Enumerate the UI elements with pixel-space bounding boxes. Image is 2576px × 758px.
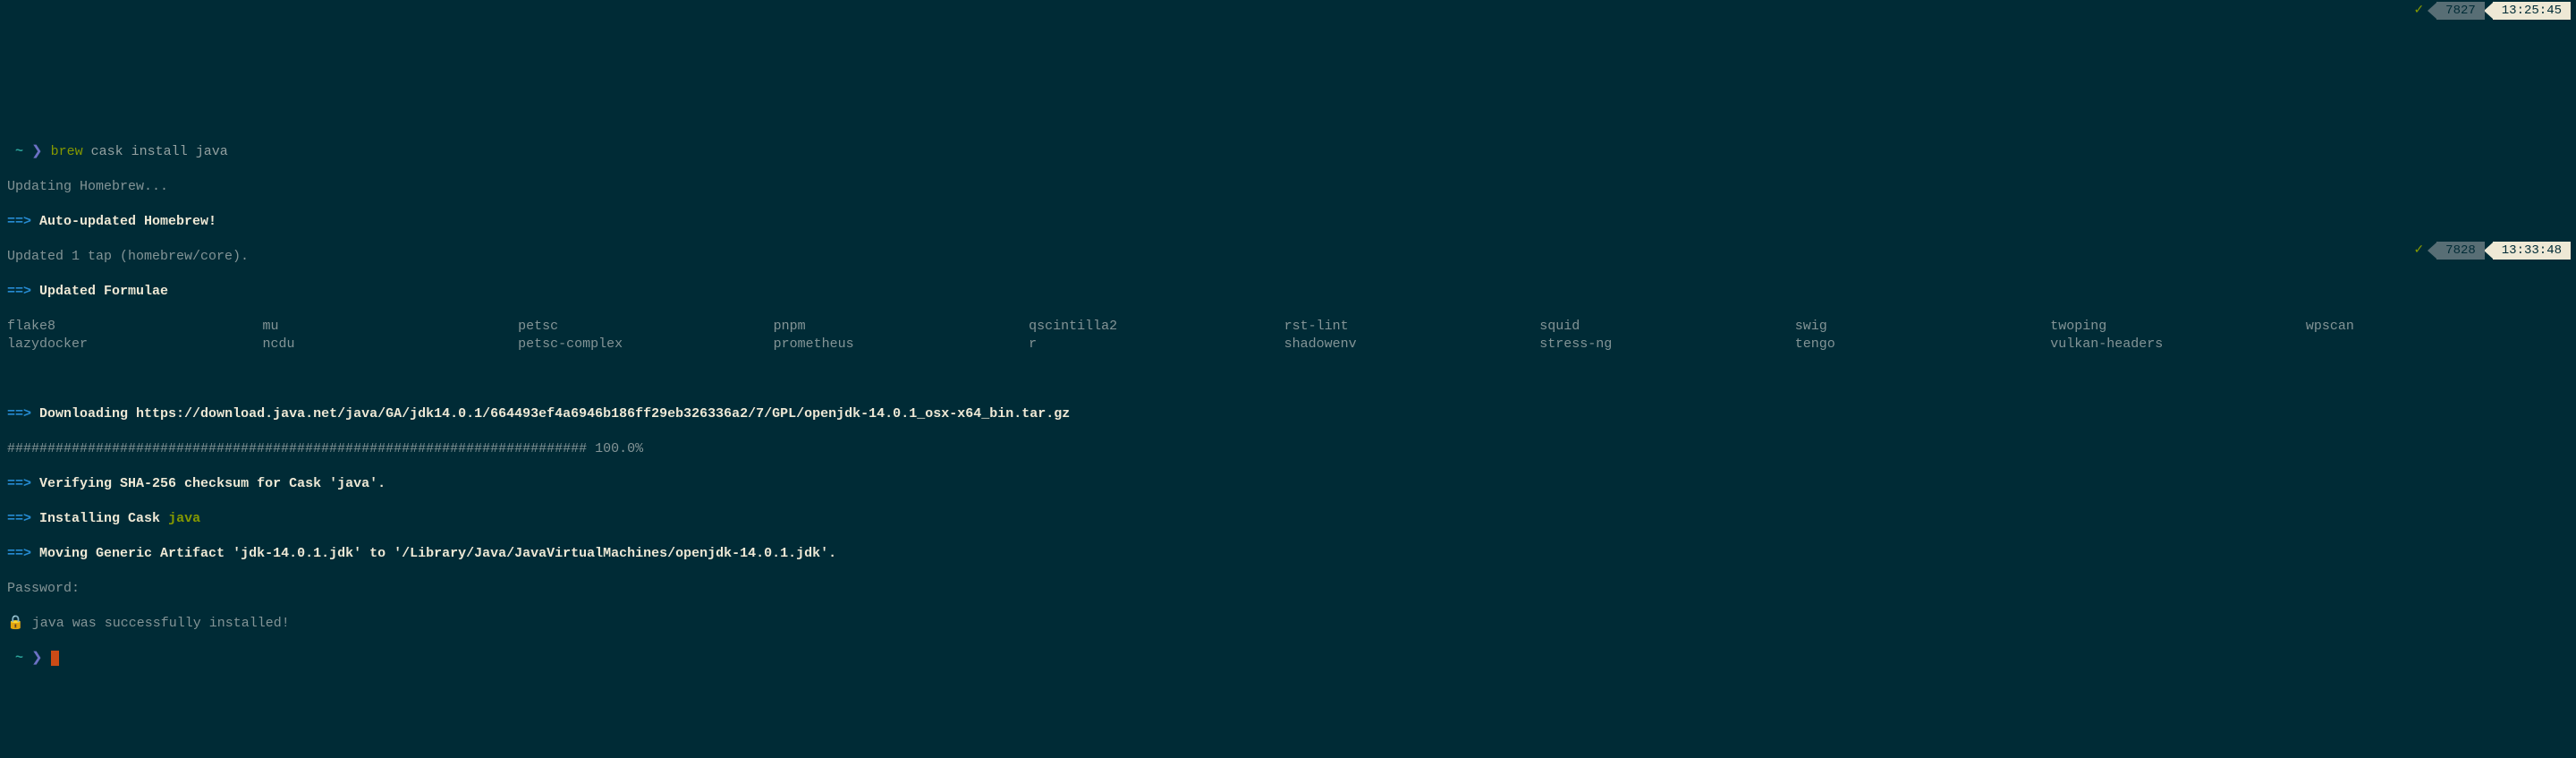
arrow-icon: ==> (7, 214, 31, 229)
formula-item: rst-lint (1284, 318, 1522, 336)
output-verifying: ==> Verifying SHA-256 checksum for Cask … (7, 475, 2569, 493)
arrow-icon: ==> (7, 546, 31, 561)
formula-item: pnpm (774, 318, 1012, 336)
formula-item: tengo (1795, 336, 2033, 353)
chevron-icon (2428, 243, 2436, 259)
cursor (51, 651, 59, 666)
output-downloading: ==> Downloading https://download.java.ne… (7, 405, 2569, 423)
prompt-line[interactable]: ~ ❯ brew cask install java (7, 143, 2569, 161)
formula-item: shadowenv (1284, 336, 1522, 353)
formula-item: wpscan (2306, 318, 2544, 336)
formula-item (2306, 336, 2544, 353)
formula-item: stress-ng (1539, 336, 1777, 353)
chevron-icon (2428, 3, 2436, 19)
status-time: 13:33:48 (2493, 242, 2571, 260)
formula-item: mu (263, 318, 501, 336)
command-args: cask install java (91, 144, 228, 159)
output-updated-formulae-header: ==> Updated Formulae (7, 283, 2569, 301)
formula-item: twoping (2050, 318, 2288, 336)
status-time: 13:25:45 (2493, 2, 2571, 20)
output-progress: ########################################… (7, 440, 2569, 458)
prompt-tilde: ~ (15, 144, 23, 159)
prompt-line-2[interactable]: ~ ❯ (7, 650, 2569, 668)
formula-item: prometheus (774, 336, 1012, 353)
output-password: Password: (7, 580, 2569, 598)
prompt-arrow-icon: ❯ (31, 651, 43, 666)
arrow-icon: ==> (7, 284, 31, 299)
arrow-icon: ==> (7, 406, 31, 422)
arrow-icon: ==> (7, 476, 31, 491)
output-updated-tap: Updated 1 tap (homebrew/core). (7, 248, 2569, 266)
formula-item: squid (1539, 318, 1777, 336)
formula-item: vulkan-headers (2050, 336, 2288, 353)
formula-item: ncdu (263, 336, 501, 353)
output-auto-updated: ==> Auto-updated Homebrew! (7, 213, 2569, 231)
status-number: 7828 (2436, 242, 2485, 260)
output-moving: ==> Moving Generic Artifact 'jdk-14.0.1.… (7, 545, 2569, 563)
formula-item: lazydocker (7, 336, 245, 353)
output-installing: ==> Installing Cask java (7, 510, 2569, 528)
formula-item: swig (1795, 318, 2033, 336)
blank-line (7, 370, 2569, 388)
status-bar-bottom: ✓ 7828 13:33:48 (2413, 242, 2571, 260)
formula-item: petsc-complex (518, 336, 756, 353)
check-icon: ✓ (2413, 3, 2424, 19)
chevron-icon (2484, 243, 2493, 259)
output-success: 🔒 java was successfully installed! (7, 615, 2569, 633)
formulae-grid: flake8 mu petsc pnpm qscintilla2 rst-lin… (7, 318, 2543, 353)
formula-item: petsc (518, 318, 756, 336)
lock-icon: 🔒 (7, 615, 24, 633)
check-icon: ✓ (2413, 243, 2424, 259)
formula-item: qscintilla2 (1029, 318, 1267, 336)
prompt-tilde: ~ (15, 651, 23, 666)
chevron-icon (2484, 3, 2493, 19)
prompt-arrow-icon: ❯ (31, 144, 43, 159)
status-bar-top: ✓ 7827 13:25:45 (2413, 2, 2571, 20)
command-brew: brew (51, 144, 83, 159)
formula-item: r (1029, 336, 1267, 353)
arrow-icon: ==> (7, 511, 31, 526)
formula-item: flake8 (7, 318, 245, 336)
status-number: 7827 (2436, 2, 2485, 20)
output-updating: Updating Homebrew... (7, 178, 2569, 196)
